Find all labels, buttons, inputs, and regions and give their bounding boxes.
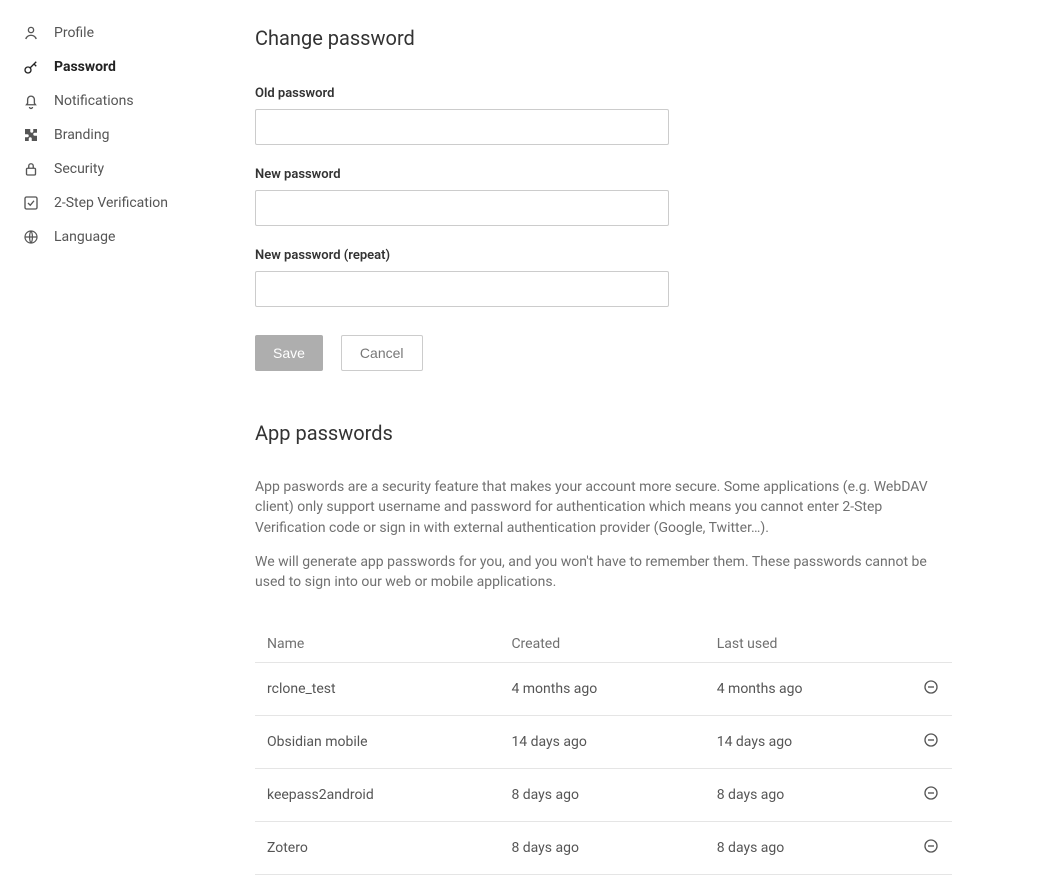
new-password-input[interactable] [255,190,669,226]
sidebar-item-notifications[interactable]: Notifications [12,86,255,116]
sidebar-item-language[interactable]: Language [12,222,255,252]
sidebar-item-label: Language [54,229,115,245]
app-passwords-table: Name Created Last used rclone_test4 mont… [255,626,952,875]
sidebar-item-2step[interactable]: 2-Step Verification [12,188,255,218]
app-passwords-desc1: App paswords are a security feature that… [255,477,952,538]
save-button[interactable]: Save [255,335,323,371]
sidebar-item-label: Branding [54,127,109,143]
cell-name: rclone_test [255,663,499,716]
col-action [910,626,952,663]
cell-last-used: 14 days ago [705,716,910,769]
sidebar-item-label: Security [54,161,104,177]
button-row: Save Cancel [255,335,952,371]
table-row: keepass2android8 days ago8 days ago [255,769,952,822]
cell-last-used: 8 days ago [705,769,910,822]
sidebar-item-branding[interactable]: Branding [12,120,255,150]
cancel-button[interactable]: Cancel [341,335,423,371]
app-passwords-desc2: We will generate app passwords for you, … [255,552,952,593]
lock-icon [22,160,40,178]
cell-action [910,769,952,822]
sidebar-item-label: Profile [54,25,94,41]
cell-created: 14 days ago [499,716,704,769]
cell-last-used: 8 days ago [705,822,910,875]
sidebar-item-profile[interactable]: Profile [12,18,255,48]
bell-icon [22,92,40,110]
sidebar-item-label: Password [54,59,116,75]
table-row: rclone_test4 months ago4 months ago [255,663,952,716]
table-row: Zotero8 days ago8 days ago [255,822,952,875]
repeat-password-input[interactable] [255,271,669,307]
key-icon [22,58,40,76]
cell-last-used: 4 months ago [705,663,910,716]
old-password-input[interactable] [255,109,669,145]
remove-icon[interactable] [922,837,940,855]
col-last-used: Last used [705,626,910,663]
table-row: Obsidian mobile14 days ago14 days ago [255,716,952,769]
main-content: Change password Old password New passwor… [255,0,1052,783]
remove-icon[interactable] [922,678,940,696]
change-password-heading: Change password [255,26,952,50]
cell-name: Obsidian mobile [255,716,499,769]
col-name: Name [255,626,499,663]
new-password-label: New password [255,167,952,182]
cell-action [910,822,952,875]
sidebar-item-label: Notifications [54,93,134,109]
globe-icon [22,228,40,246]
repeat-password-label: New password (repeat) [255,248,952,263]
app-passwords-heading: App passwords [255,421,952,445]
cell-created: 8 days ago [499,769,704,822]
user-icon [22,24,40,42]
cell-action [910,663,952,716]
col-created: Created [499,626,704,663]
cell-name: keepass2android [255,769,499,822]
shield-check-icon [22,194,40,212]
sidebar-item-label: 2-Step Verification [54,195,168,211]
remove-icon[interactable] [922,784,940,802]
sidebar-item-security[interactable]: Security [12,154,255,184]
sidebar-item-password[interactable]: Password [12,52,255,82]
cell-created: 4 months ago [499,663,704,716]
remove-icon[interactable] [922,731,940,749]
cell-name: Zotero [255,822,499,875]
cell-action [910,716,952,769]
old-password-label: Old password [255,86,952,101]
cell-created: 8 days ago [499,822,704,875]
puzzle-icon [22,126,40,144]
sidebar: Profile Password Notifications Branding … [0,0,255,783]
